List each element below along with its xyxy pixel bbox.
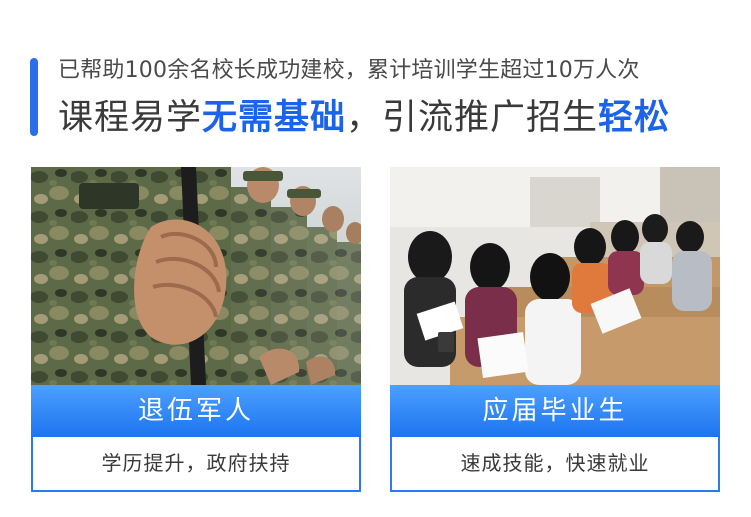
accent-bar [30, 58, 38, 136]
headline-part2: ，引流推广招生 [346, 98, 599, 138]
page: 已帮助100余名校长成功建校，累计培训学生超过10万人次 课程易学无需基础，引流… [0, 0, 751, 517]
headline-part1: 课程易学 [58, 98, 203, 138]
veterans-photo [31, 167, 361, 385]
veterans-desc: 学历提升，政府扶持 [31, 437, 361, 492]
headline-highlight-2: 轻松 [598, 98, 671, 138]
graduates-desc: 速成技能，快速就业 [390, 437, 720, 492]
graduates-photo [390, 167, 720, 385]
subline: 已帮助100余名校长成功建校，累计培训学生超过10万人次 [58, 58, 640, 83]
headline-highlight-1: 无需基础 [202, 98, 347, 138]
card-graduates: 应届毕业生 速成技能，快速就业 [390, 167, 720, 492]
headline: 课程易学无需基础，引流推广招生轻松 [58, 96, 670, 140]
veterans-label: 退伍军人 [31, 385, 361, 437]
graduates-label: 应届毕业生 [390, 385, 720, 437]
card-veterans: 退伍军人 学历提升，政府扶持 [31, 167, 361, 492]
